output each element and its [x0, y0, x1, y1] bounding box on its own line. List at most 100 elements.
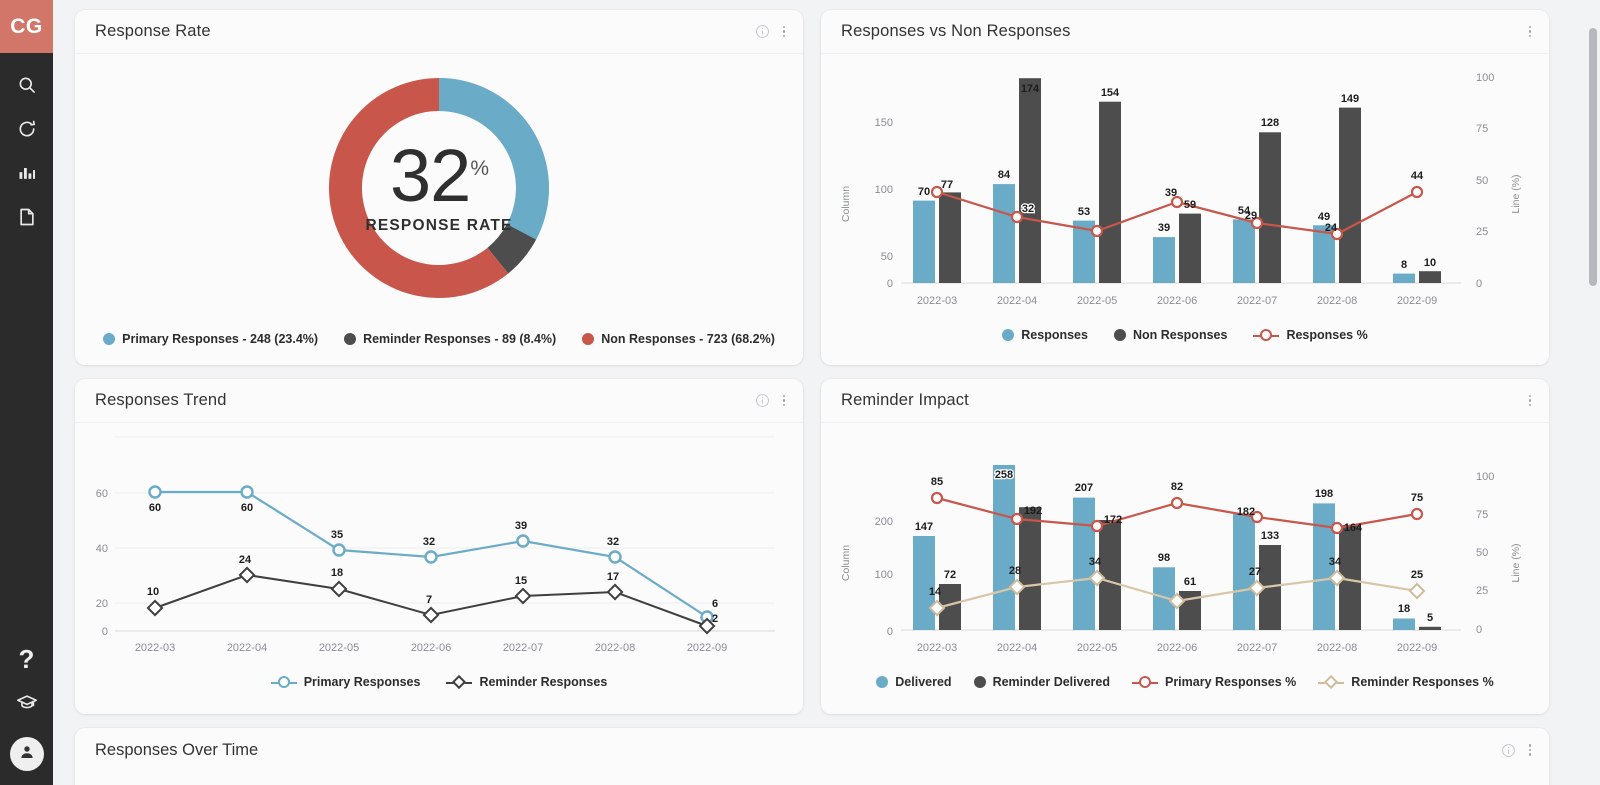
- more-vertical-icon[interactable]: [1525, 24, 1536, 40]
- line-marker[interactable]: [1410, 507, 1424, 521]
- info-icon[interactable]: [755, 393, 770, 408]
- line-marker[interactable]: [1010, 512, 1024, 526]
- legend-item-reminder-delivered[interactable]: Reminder Delivered: [973, 675, 1110, 689]
- line-marker[interactable]: [514, 587, 532, 605]
- bar[interactable]: [1179, 213, 1201, 283]
- bar[interactable]: [1233, 219, 1255, 283]
- bar[interactable]: [993, 465, 1015, 630]
- svg-text:2: 2: [712, 613, 718, 625]
- svg-text:59: 59: [1184, 199, 1196, 211]
- line-marker[interactable]: [330, 580, 348, 598]
- line-marker[interactable]: [1090, 519, 1104, 533]
- line-marker[interactable]: [516, 534, 530, 548]
- svg-text:84: 84: [998, 169, 1011, 181]
- legend-swatch-red: [582, 333, 595, 345]
- bar[interactable]: [1419, 271, 1441, 283]
- more-vertical-icon[interactable]: [779, 24, 790, 40]
- sidebar-item-learn[interactable]: [0, 681, 53, 725]
- donut-slice-primary-responses[interactable]: [439, 77, 549, 240]
- more-vertical-icon[interactable]: [779, 393, 790, 409]
- more-vertical-icon[interactable]: [1525, 742, 1536, 758]
- document-icon: [17, 207, 37, 227]
- help-icon: ?: [18, 644, 35, 674]
- x-tick: 2022-07: [503, 642, 543, 654]
- svg-text:32: 32: [1022, 203, 1034, 215]
- legend-item-non-responses[interactable]: Non Responses: [1113, 328, 1227, 342]
- line-marker[interactable]: [1408, 582, 1426, 600]
- bar[interactable]: [913, 200, 935, 283]
- bar[interactable]: [1019, 78, 1041, 283]
- y2-tick: 25: [1476, 585, 1488, 597]
- svg-text:164: 164: [1344, 522, 1363, 534]
- bar[interactable]: [1339, 107, 1361, 283]
- legend-item-reminder-responses[interactable]: Reminder Responses: [446, 674, 607, 690]
- line-marker[interactable]: [424, 550, 438, 564]
- line-marker[interactable]: [422, 606, 440, 624]
- line-marker[interactable]: [1330, 521, 1344, 535]
- legend-item-non-responses[interactable]: Non Responses - 723 (68.2%): [582, 332, 775, 346]
- line-marker[interactable]: [148, 485, 162, 499]
- bar[interactable]: [1393, 273, 1415, 283]
- bar[interactable]: [1259, 132, 1281, 283]
- avatar[interactable]: [9, 737, 44, 771]
- svg-text:198: 198: [1315, 488, 1333, 500]
- card-reminder-impact: Reminder Impact Column 200 100 0 100 75 …: [821, 379, 1549, 714]
- reminder-impact-legend: Delivered Reminder Delivered Primary Res…: [821, 671, 1549, 690]
- line-marker[interactable]: [930, 491, 944, 505]
- bar[interactable]: [993, 184, 1015, 283]
- app-logo[interactable]: CG: [0, 0, 53, 53]
- legend-label: Reminder Delivered: [992, 675, 1110, 689]
- sidebar-item-help[interactable]: ?: [0, 637, 53, 681]
- legend-item-responses[interactable]: Responses: [1002, 328, 1088, 342]
- bar[interactable]: [939, 192, 961, 283]
- info-icon[interactable]: [1501, 743, 1516, 758]
- svg-text:77: 77: [941, 179, 953, 191]
- line-marker[interactable]: [1090, 224, 1104, 238]
- line-marker[interactable]: [332, 543, 346, 557]
- scrollbar-thumb[interactable]: [1589, 28, 1597, 286]
- legend-item-delivered[interactable]: Delivered: [876, 675, 952, 689]
- svg-text:53: 53: [1078, 206, 1090, 218]
- bar[interactable]: [1419, 626, 1441, 630]
- page-title: Responses Over Time: [95, 740, 259, 759]
- bar[interactable]: [1019, 507, 1041, 630]
- legend-item-responses-pct[interactable]: Responses %: [1253, 328, 1368, 342]
- sidebar-item-refresh[interactable]: [0, 107, 53, 151]
- line-marker[interactable]: [1410, 185, 1424, 199]
- line-marker[interactable]: [606, 583, 624, 601]
- legend-swatch-line-red: [1253, 329, 1280, 341]
- bar[interactable]: [1153, 237, 1175, 283]
- legend-item-reminder-responses-pct[interactable]: Reminder Responses %: [1318, 674, 1494, 690]
- bar[interactable]: [913, 536, 935, 630]
- svg-text:18: 18: [1398, 603, 1410, 615]
- card-responses-vs-non-responses: Responses vs Non Responses Column 150 10…: [821, 10, 1549, 365]
- legend-item-reminder-responses[interactable]: Reminder Responses - 89 (8.4%): [344, 332, 556, 346]
- legend-item-primary-responses-pct[interactable]: Primary Responses %: [1131, 675, 1296, 689]
- x-tick: 2022-09: [1397, 642, 1437, 654]
- legend-swatch-line-red: [1131, 676, 1158, 688]
- svg-text:60: 60: [149, 502, 161, 514]
- line-marker[interactable]: [240, 485, 254, 499]
- bar[interactable]: [1099, 101, 1121, 283]
- chart-bar-icon: [17, 163, 37, 183]
- bar[interactable]: [1393, 618, 1415, 631]
- line-marker[interactable]: [608, 550, 622, 564]
- legend-item-primary-responses[interactable]: Primary Responses: [270, 675, 420, 689]
- x-tick: 2022-04: [997, 642, 1037, 654]
- card-actions: [1525, 393, 1536, 409]
- sidebar-item-search[interactable]: [0, 63, 53, 107]
- bar-chart-legend: Responses Non Responses Responses %: [821, 324, 1549, 342]
- line-marker[interactable]: [1010, 210, 1024, 224]
- legend-item-primary-responses[interactable]: Primary Responses - 248 (23.4%): [103, 332, 318, 346]
- line-chart-body: 60 40 20 0 60 60 35 32 39 32 6 10 24 18 …: [75, 423, 803, 671]
- legend-label: Non Responses - 723 (68.2%): [601, 332, 775, 346]
- more-vertical-icon[interactable]: [1525, 393, 1536, 409]
- info-icon[interactable]: [755, 24, 770, 39]
- line-marker[interactable]: [238, 566, 256, 584]
- svg-text:147: 147: [915, 521, 933, 533]
- sidebar-item-reports[interactable]: [0, 151, 53, 195]
- line-marker[interactable]: [1170, 496, 1184, 510]
- svg-text:14: 14: [929, 586, 942, 598]
- y-tick: 0: [102, 626, 108, 638]
- sidebar-item-documents[interactable]: [0, 195, 53, 239]
